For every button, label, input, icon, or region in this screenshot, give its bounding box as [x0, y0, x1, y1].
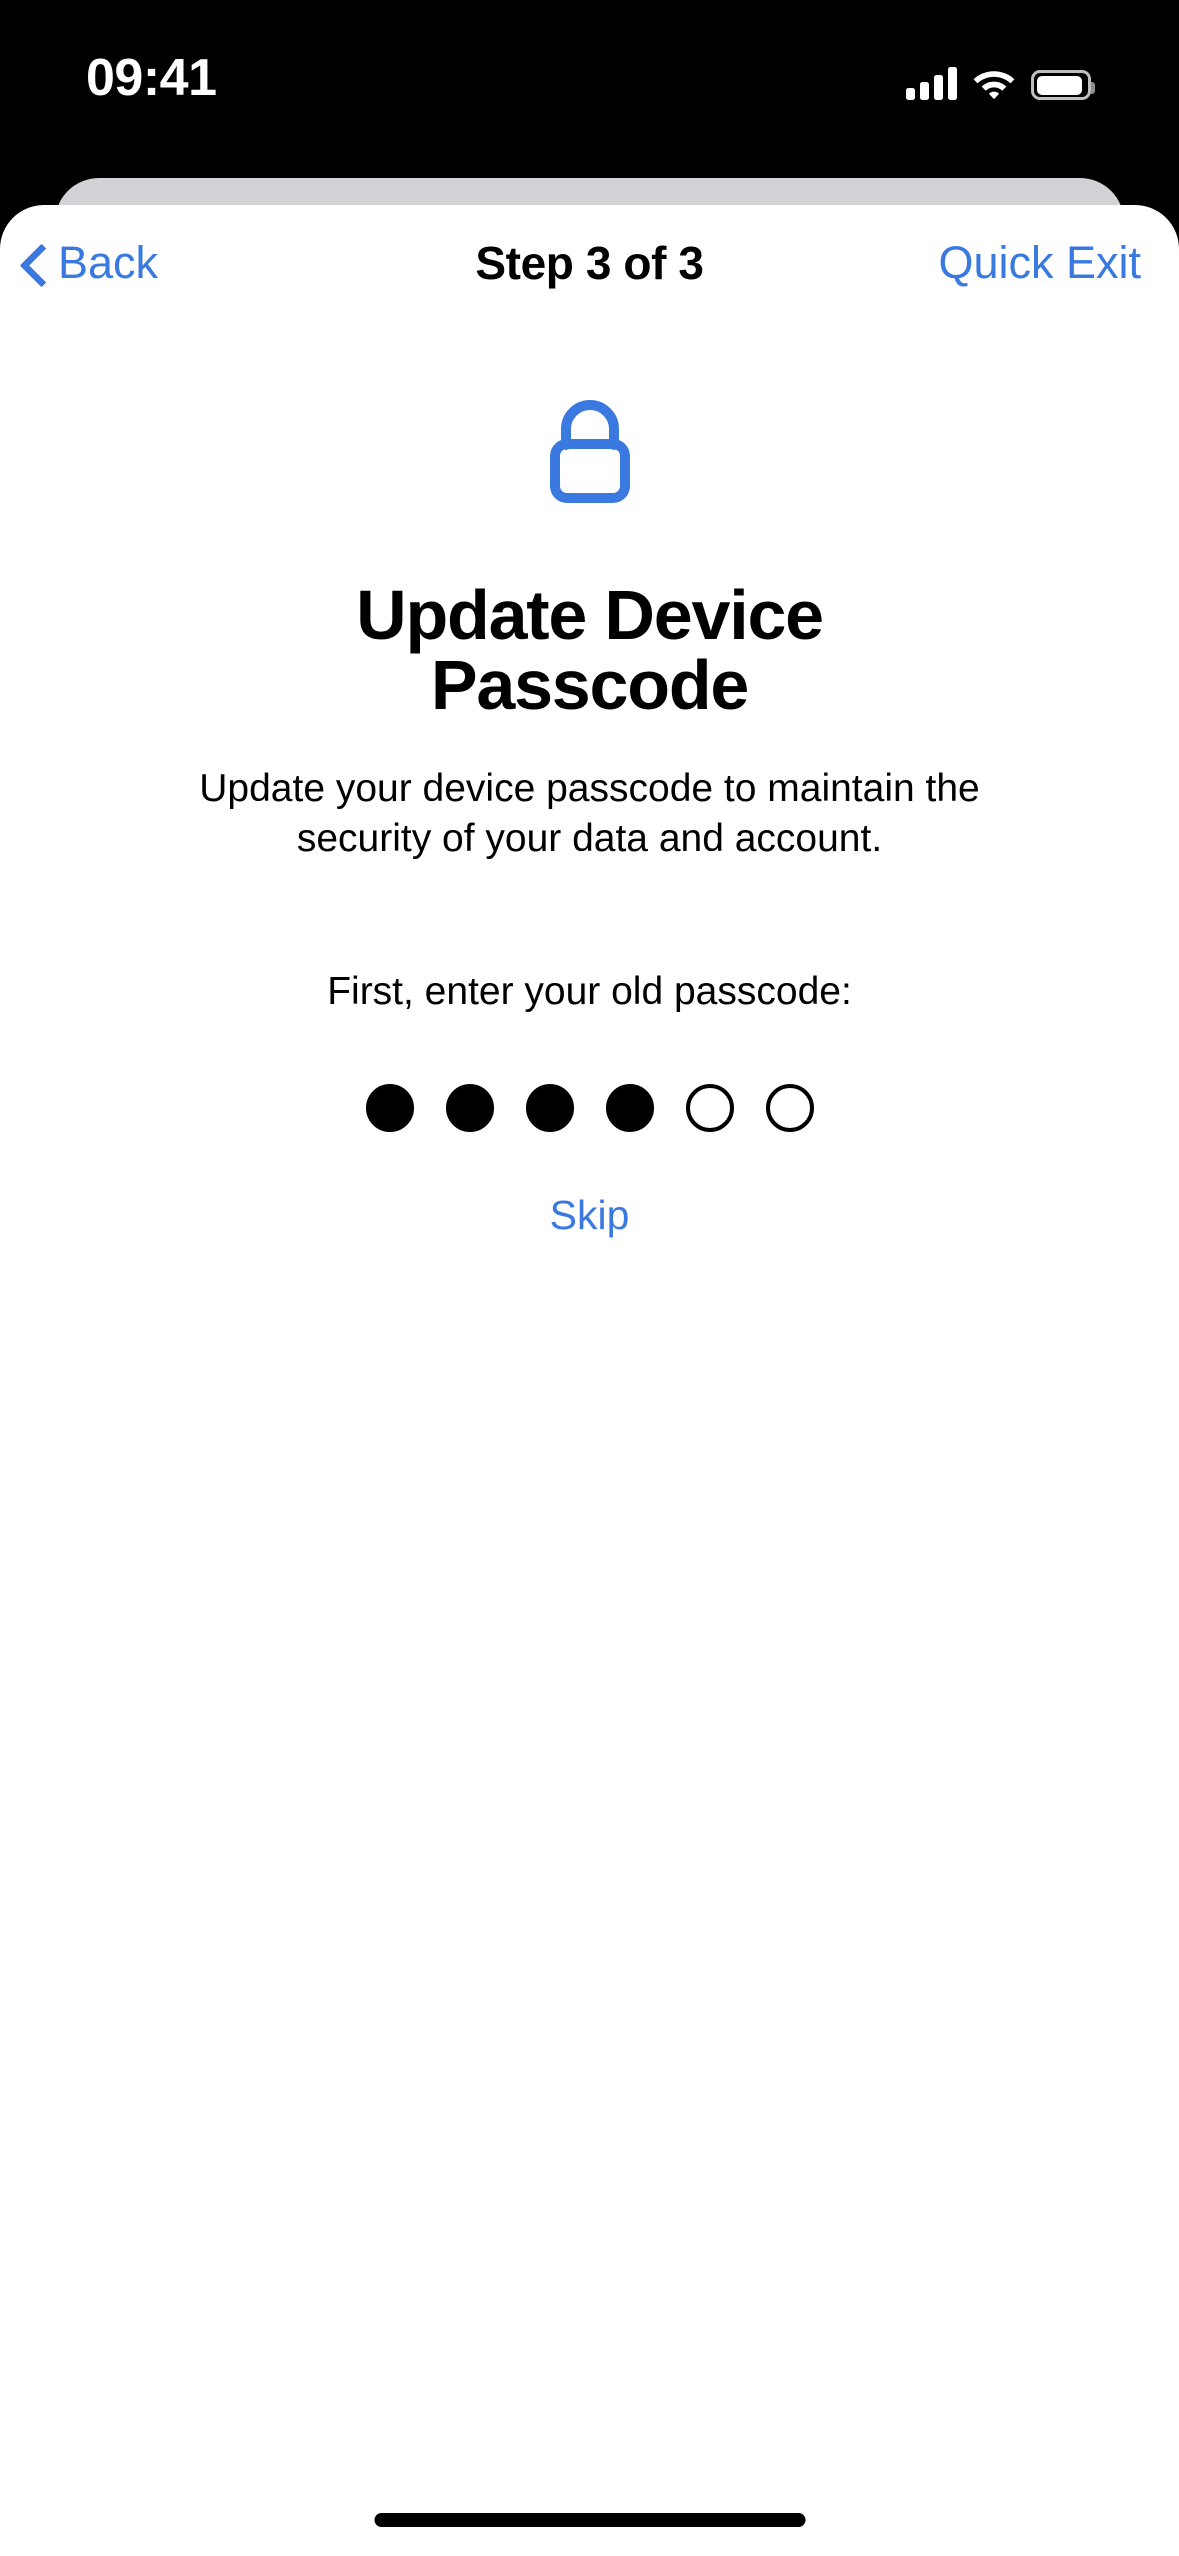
screen-subtitle: Update your device passcode to maintain …: [199, 767, 980, 860]
passcode-input[interactable]: [365, 1084, 814, 1132]
main-content: Update Device Passcode Update your devic…: [0, 320, 1179, 1239]
quick-exit-button[interactable]: Quick Exit: [938, 237, 1141, 289]
hero-icon-container: [544, 398, 636, 508]
battery-icon: [1031, 70, 1095, 100]
passcode-dot[interactable]: [365, 1084, 414, 1132]
back-button-label: Back: [58, 236, 159, 288]
passcode-dot[interactable]: [605, 1084, 654, 1132]
chevron-left-icon: [22, 244, 44, 282]
lock-icon: [544, 399, 636, 508]
home-indicator[interactable]: [374, 2513, 805, 2527]
battery-fill: [1036, 75, 1083, 95]
cellular-signal-icon: [906, 66, 957, 100]
screen-title: Update Device Passcode: [356, 576, 824, 724]
skip-button[interactable]: Skip: [550, 1192, 630, 1239]
passcode-dot[interactable]: [445, 1084, 494, 1132]
status-bar-time: 09:41: [86, 49, 217, 107]
wifi-icon: [973, 68, 1015, 100]
status-bar: 09:41: [0, 0, 1179, 170]
status-bar-indicators: [906, 54, 1095, 100]
navigation-bar: Back Step 3 of 3 Quick Exit: [0, 205, 1179, 320]
device-screen: 09:41 Back Step 3 of 3 Quick Exit Update…: [0, 0, 1179, 2556]
passcode-dot[interactable]: [525, 1084, 574, 1132]
passcode-dot[interactable]: [765, 1084, 814, 1132]
passcode-prompt: First, enter your old passcode:: [327, 970, 852, 1013]
modal-sheet: Back Step 3 of 3 Quick Exit Update Devic…: [0, 205, 1179, 2556]
passcode-dot[interactable]: [685, 1084, 734, 1132]
back-button[interactable]: Back: [22, 237, 158, 289]
